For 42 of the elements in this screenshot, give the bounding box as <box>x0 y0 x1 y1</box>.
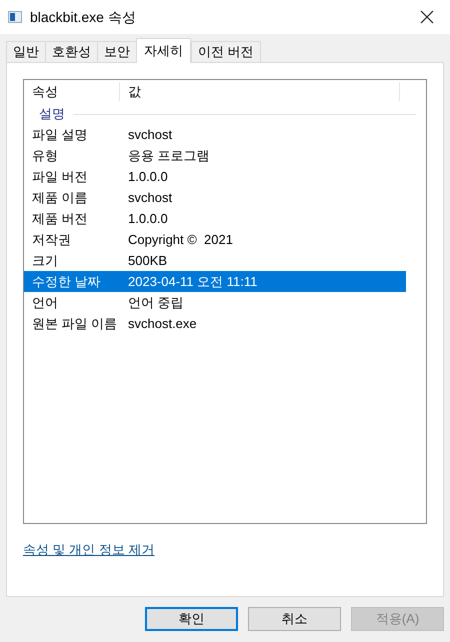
property-row[interactable]: 언어 언어 중립 <box>24 292 406 313</box>
property-row[interactable]: 파일 설명 svchost <box>24 124 406 145</box>
property-value: 1.0.0.0 <box>127 210 168 228</box>
remove-properties-link[interactable]: 속성 및 개인 정보 제거 <box>23 542 154 557</box>
window-icon <box>8 11 22 23</box>
property-row[interactable]: 저작권 Copyright © 2021 <box>24 229 406 250</box>
window-title: blackbit.exe 속성 <box>30 8 137 26</box>
property-value: Copyright © 2021 <box>127 230 233 249</box>
property-name: 유형 <box>31 146 59 165</box>
property-name: 수정한 날짜 <box>31 272 102 291</box>
dialog-button[interactable]: 취소 <box>248 607 341 631</box>
property-row[interactable]: 크기 500KB <box>24 250 406 271</box>
property-value: svchost.exe <box>127 314 197 333</box>
tab[interactable]: 일반 <box>6 41 46 62</box>
property-name: 파일 설명 <box>31 126 89 144</box>
property-name: 제품 버전 <box>31 210 89 228</box>
dialog-button[interactable]: 확인 <box>145 607 238 631</box>
property-name: 파일 버전 <box>31 168 89 186</box>
property-value: svchost <box>127 126 172 144</box>
property-name: 제품 이름 <box>31 188 89 207</box>
property-row[interactable]: 파일 버전 1.0.0.0 <box>24 166 406 187</box>
property-name: 원본 파일 이름 <box>31 314 118 333</box>
property-row[interactable]: 제품 버전 1.0.0.0 <box>24 208 406 229</box>
column-header[interactable]: 속성 <box>24 82 120 102</box>
property-name: 저작권 <box>31 230 72 249</box>
column-header[interactable]: 값 <box>120 82 400 102</box>
tab[interactable]: 자세히 <box>136 38 191 63</box>
group-header: 설명 <box>39 105 65 124</box>
property-row[interactable]: 제품 이름 svchost <box>24 187 406 208</box>
property-row[interactable]: 원본 파일 이름 svchost.exe <box>24 313 406 334</box>
property-row[interactable]: 수정한 날짜 2023-04-11 오전 11:11 <box>24 271 406 292</box>
close-icon <box>420 10 434 24</box>
property-value: 언어 중립 <box>127 294 184 312</box>
property-name: 크기 <box>31 252 59 270</box>
tab[interactable]: 이전 버전 <box>191 41 261 62</box>
property-value: 500KB <box>127 252 168 270</box>
property-value: 응용 프로그램 <box>127 146 210 165</box>
property-row[interactable]: 유형 응용 프로그램 <box>24 145 406 166</box>
property-value: svchost <box>127 188 172 207</box>
property-value: 2023-04-11 오전 11:11 <box>127 272 258 291</box>
property-value: 1.0.0.0 <box>127 168 168 186</box>
property-name: 언어 <box>31 294 59 312</box>
